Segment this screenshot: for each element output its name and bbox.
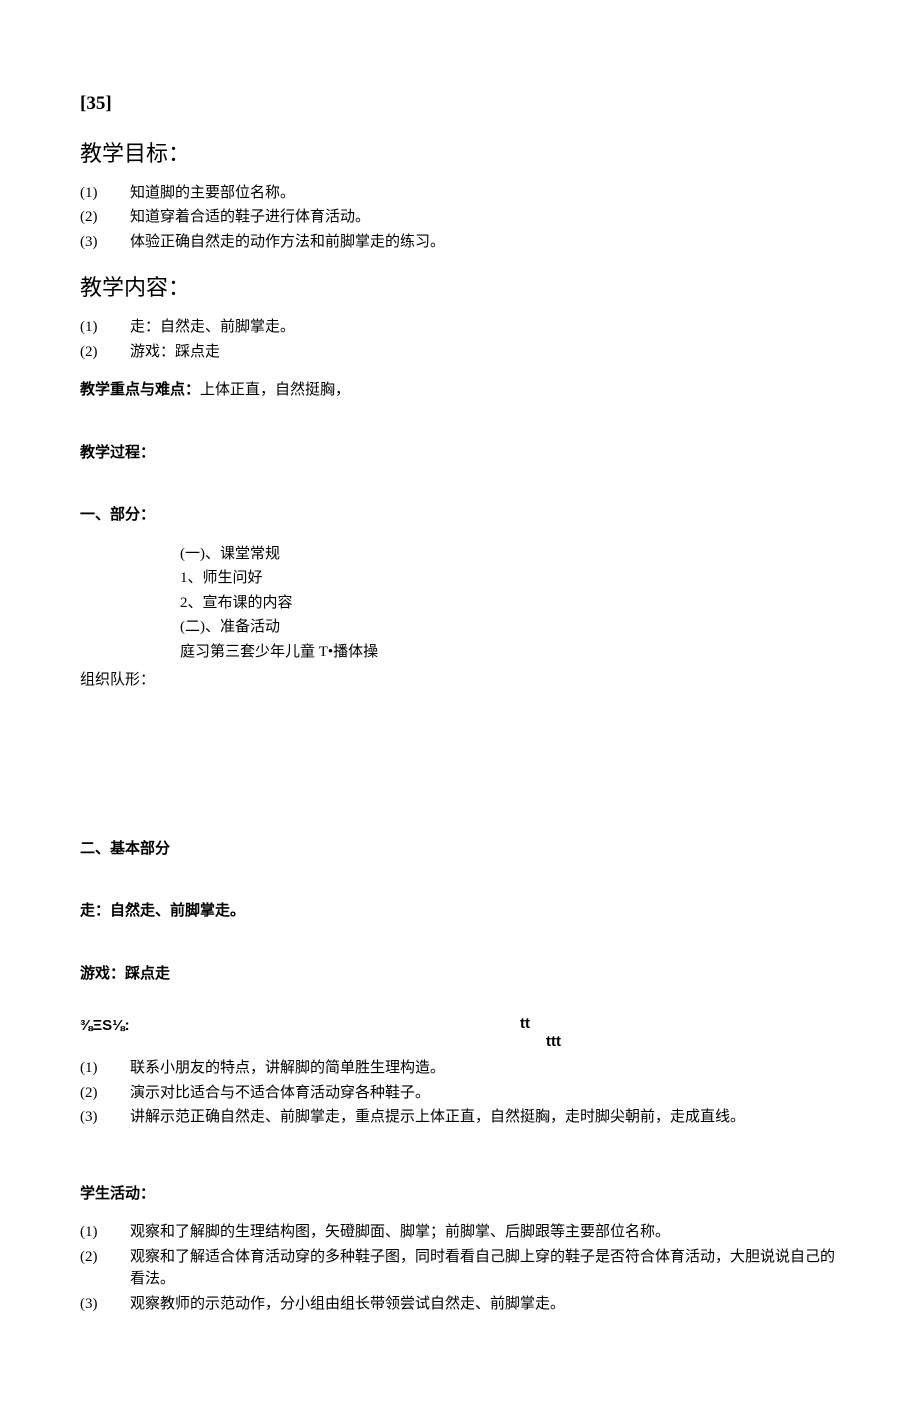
item-text: 演示对比适合与不适合体育活动穿各种鞋子。	[130, 1082, 840, 1105]
list-item: (1) 观察和了解脚的生理结构图，矢磴脚面、脚掌；前脚掌、后脚跟等主要部位名称。	[80, 1221, 840, 1244]
marks-line1: tt	[520, 1015, 561, 1033]
formation-label: 组织队形：	[80, 669, 840, 692]
item-number: (1)	[80, 1221, 130, 1244]
list-item: (3) 体验正确自然走的动作方法和前脚掌走的练习。	[80, 231, 840, 254]
item-text: 体验正确自然走的动作方法和前脚掌走的练习。	[130, 231, 840, 254]
heading-process: 教学过程：	[80, 442, 840, 465]
list-item: (1) 走：自然走、前脚掌走。	[80, 316, 840, 339]
item-number: (3)	[80, 231, 130, 254]
item-number: (3)	[80, 1293, 130, 1316]
list-item: (3) 讲解示范正确自然走、前脚掌走，重点提示上体正直，自然挺胸，走时脚尖朝前，…	[80, 1106, 840, 1129]
sub-item: 庭习第三套少年儿童 T•播体操	[180, 641, 840, 664]
list-item: (2) 游戏：踩点走	[80, 341, 840, 364]
item-text: 走：自然走、前脚掌走。	[130, 316, 840, 339]
item-text: 知道穿着合适的鞋子进行体育活动。	[130, 206, 840, 229]
list-item: (2) 观察和了解适合体育活动穿的多种鞋子图，同时看看自己脚上穿的鞋子是否符合体…	[80, 1246, 840, 1291]
sub-item: 1、师生问好	[180, 567, 840, 590]
heading-student-activity: 学生活动：	[80, 1183, 840, 1206]
list-item: (1) 联系小朋友的特点，讲解脚的简单胜生理构造。	[80, 1057, 840, 1080]
item-text: 观察和了解脚的生理结构图，矢磴脚面、脚掌；前脚掌、后脚跟等主要部位名称。	[130, 1221, 840, 1244]
keypoint-text: 上体正直，自然挺胸，	[200, 382, 350, 398]
document-number: [35]	[80, 90, 840, 119]
teacher-activity-header: ⅜ΞS⅛: tt ttt	[80, 1015, 840, 1051]
list-item: (3) 观察教师的示范动作，分小组由组长带领尝试自然走、前脚掌走。	[80, 1293, 840, 1316]
heading-part2: 二、基本部分	[80, 838, 840, 861]
list-item: (2) 演示对比适合与不适合体育活动穿各种鞋子。	[80, 1082, 840, 1105]
list-item: (2) 知道穿着合适的鞋子进行体育活动。	[80, 206, 840, 229]
content-list: (1) 走：自然走、前脚掌走。 (2) 游戏：踩点走	[80, 316, 840, 363]
keypoint-label: 教学重点与难点：	[80, 382, 200, 398]
item-number: (1)	[80, 182, 130, 205]
item-number: (2)	[80, 206, 130, 229]
sub-heading-a: (一)、课堂常规	[180, 543, 840, 566]
item-text: 观察教师的示范动作，分小组由组长带领尝试自然走、前脚掌走。	[130, 1293, 840, 1316]
list-item: (1) 知道脚的主要部位名称。	[80, 182, 840, 205]
item-text: 游戏：踩点走	[130, 341, 840, 364]
heading-part1: 一、部分：	[80, 504, 840, 527]
part2-line2: 游戏：踩点走	[80, 963, 840, 986]
part2-line1: 走：自然走、前脚掌走。	[80, 900, 840, 923]
item-number: (1)	[80, 316, 130, 339]
keypoint-line: 教学重点与难点：上体正直，自然挺胸，	[80, 379, 840, 402]
item-text: 联系小朋友的特点，讲解脚的简单胜生理构造。	[130, 1057, 840, 1080]
item-number: (1)	[80, 1057, 130, 1080]
teacher-activity-list: (1) 联系小朋友的特点，讲解脚的简单胜生理构造。 (2) 演示对比适合与不适合…	[80, 1057, 840, 1129]
item-number: (2)	[80, 341, 130, 364]
teacher-label: ⅜ΞS⅛:	[80, 1015, 520, 1038]
heading-content: 教学内容：	[80, 271, 840, 304]
item-number: (2)	[80, 1246, 130, 1269]
item-number: (2)	[80, 1082, 130, 1105]
part1-block: (一)、课堂常规 1、师生问好 2、宣布课的内容 (二)、准备活动 庭习第三套少…	[180, 543, 840, 664]
goals-list: (1) 知道脚的主要部位名称。 (2) 知道穿着合适的鞋子进行体育活动。 (3)…	[80, 182, 840, 254]
teacher-marks: tt ttt	[520, 1015, 561, 1051]
marks-line2: ttt	[546, 1033, 561, 1051]
item-text: 讲解示范正确自然走、前脚掌走，重点提示上体正直，自然挺胸，走时脚尖朝前，走成直线…	[130, 1106, 840, 1129]
item-text: 知道脚的主要部位名称。	[130, 182, 840, 205]
sub-heading-b: (二)、准备活动	[180, 616, 840, 639]
heading-goals: 教学目标：	[80, 137, 840, 170]
sub-item: 2、宣布课的内容	[180, 592, 840, 615]
item-text: 观察和了解适合体育活动穿的多种鞋子图，同时看看自己脚上穿的鞋子是否符合体育活动，…	[130, 1246, 840, 1291]
item-number: (3)	[80, 1106, 130, 1129]
